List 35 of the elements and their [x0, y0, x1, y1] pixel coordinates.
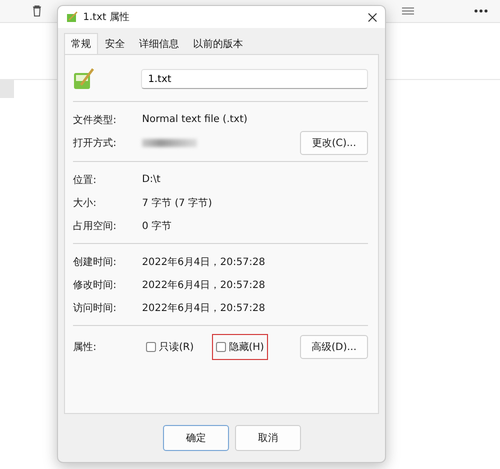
file-name-field[interactable]: 1.txt — [141, 69, 368, 89]
field-label: 修改时间: — [73, 278, 118, 292]
field-value: 0 字节 — [142, 220, 173, 232]
field-label: 占用空间: — [73, 220, 118, 232]
field-label: 创建时间: — [73, 256, 118, 268]
dialog-button[interactable]: 取消 — [235, 425, 301, 451]
tab[interactable]: 以前的版本 — [186, 33, 250, 54]
field-value: Normal text file (.txt) — [142, 114, 248, 125]
window-title: 1.txt 属性 — [83, 10, 130, 24]
highlighted-checkbox[interactable]: 隐藏(H) — [212, 334, 268, 360]
field-label: 访问时间: — [73, 302, 118, 314]
field-value: 2022年6月4日，20:57:28 — [142, 256, 266, 268]
redacted-text — [142, 139, 197, 147]
field-value: 2022年6月4日，20:57:28 — [142, 302, 266, 314]
more-icon[interactable] — [474, 9, 488, 13]
advanced-button[interactable]: 高级(D)... — [300, 335, 368, 359]
field-value: D:\t — [142, 174, 162, 185]
field-value: 2022年6月4日，20:57:28 — [142, 278, 266, 292]
tab[interactable]: 详细信息 — [132, 33, 186, 54]
field-label: 大小: — [73, 196, 98, 210]
field-value: 7 字节 (7 字节) — [142, 196, 214, 210]
change-button[interactable]: 更改(C)... — [300, 131, 368, 155]
tab[interactable]: 常规 — [64, 33, 98, 54]
trash-icon[interactable] — [32, 5, 42, 17]
field-label: 文件类型: — [73, 114, 118, 126]
checkbox[interactable]: 只读(R) — [142, 334, 198, 360]
close-icon[interactable] — [368, 12, 377, 22]
list-icon[interactable] — [402, 7, 414, 15]
notepad-icon — [73, 67, 95, 91]
field-label: 位置: — [73, 174, 98, 186]
field-label: 属性: — [73, 340, 98, 354]
notepad-icon — [66, 11, 78, 23]
tab[interactable]: 安全 — [98, 33, 132, 54]
field-label: 打开方式: — [73, 136, 118, 150]
dialog-button[interactable]: 确定 — [163, 425, 229, 451]
